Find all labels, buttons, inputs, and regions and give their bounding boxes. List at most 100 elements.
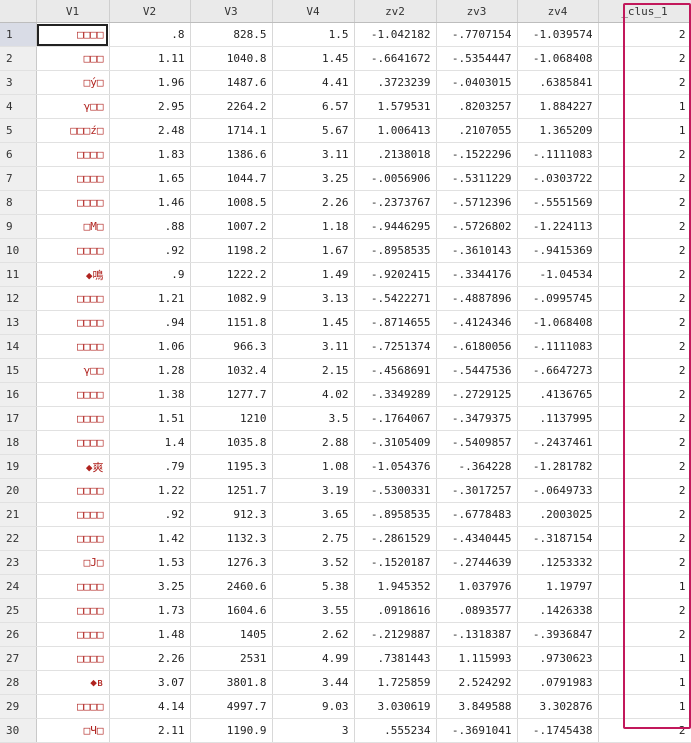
cell-zv4[interactable]: -1.281782 [517,454,599,479]
cell-zv4[interactable]: -.0995745 [517,286,599,311]
cell-clus-1[interactable]: 1 [598,118,691,143]
cell-zv2[interactable]: -.9202415 [354,262,437,287]
cell-v3[interactable]: 1714.1 [190,118,273,143]
cell-v2[interactable]: .88 [109,214,191,239]
cell-v4[interactable]: 2.88 [272,430,355,455]
cell-v3[interactable]: 1487.6 [190,70,273,95]
cell-v4[interactable]: 3.55 [272,598,355,623]
cell-zv4[interactable]: -.1111083 [517,334,599,359]
cell-v3[interactable]: 1198.2 [190,238,273,263]
cell-v1[interactable]: □□□□ [36,190,110,215]
cell-zv2[interactable]: .7381443 [354,646,437,671]
cell-clus-1[interactable]: 2 [598,142,691,167]
cell-v4[interactable]: 1.45 [272,310,355,335]
cell-v2[interactable]: 1.51 [109,406,191,431]
cell-v1[interactable]: □J□ [36,550,110,575]
row-number[interactable]: 9 [0,214,37,239]
cell-zv2[interactable]: -.2861529 [354,526,437,551]
cell-zv3[interactable]: -.5712396 [436,190,518,215]
cell-v3[interactable]: 1132.3 [190,526,273,551]
cell-zv2[interactable]: 1.725859 [354,670,437,695]
row-number[interactable]: 26 [0,622,37,647]
cell-v4[interactable]: 4.41 [272,70,355,95]
cell-clus-1[interactable]: 1 [598,694,691,719]
cell-v4[interactable]: 3.19 [272,478,355,503]
cell-v4[interactable]: 1.5 [272,22,355,47]
cell-v2[interactable]: 1.06 [109,334,191,359]
cell-v4[interactable]: 3.52 [272,550,355,575]
cell-v4[interactable]: 3.44 [272,670,355,695]
cell-zv3[interactable]: -.5311229 [436,166,518,191]
cell-zv2[interactable]: -.1520187 [354,550,437,575]
cell-zv4[interactable]: -.9415369 [517,238,599,263]
cell-zv3[interactable]: -.2744639 [436,550,518,575]
cell-v2[interactable]: 1.38 [109,382,191,407]
column-header-v4[interactable]: V4 [272,0,355,23]
cell-v1[interactable]: □□□□ [36,406,110,431]
cell-v3[interactable]: 1222.2 [190,262,273,287]
table-row[interactable]: 1 □□□□ .8 828.5 1.5 -1.042182 -.7707154 -1.0395… [0,22,691,47]
cell-v4[interactable]: 5.67 [272,118,355,143]
cell-v2[interactable]: 1.96 [109,70,191,95]
cell-zv3[interactable]: -.1318387 [436,622,518,647]
cell-zv4[interactable]: -1.04534 [517,262,599,287]
row-number[interactable]: 5 [0,118,37,143]
cell-v1[interactable]: □□□□ [36,478,110,503]
row-number[interactable]: 16 [0,382,37,407]
cell-clus-1[interactable]: 2 [598,46,691,71]
cell-zv4[interactable]: 3.302876 [517,694,599,719]
cell-zv2[interactable]: -.5300331 [354,478,437,503]
cell-zv3[interactable]: -.5726802 [436,214,518,239]
cell-zv4[interactable]: .4136765 [517,382,599,407]
row-number[interactable]: 18 [0,430,37,455]
cell-v1[interactable]: □M□ [36,214,110,239]
cell-v1[interactable]: □□□□ [36,598,110,623]
cell-v2[interactable]: .94 [109,310,191,335]
cell-v3[interactable]: 1251.7 [190,478,273,503]
cell-v3[interactable]: 2264.2 [190,94,273,119]
cell-v1[interactable]: □□□□ [36,334,110,359]
cell-zv3[interactable]: -.5409857 [436,430,518,455]
cell-v4[interactable]: 1.18 [272,214,355,239]
cell-v2[interactable]: 1.46 [109,190,191,215]
row-number[interactable]: 29 [0,694,37,719]
cell-v2[interactable]: 3.25 [109,574,191,599]
cell-v2[interactable]: 1.83 [109,142,191,167]
cell-clus-1[interactable]: 2 [598,598,691,623]
cell-v4[interactable]: 1.08 [272,454,355,479]
table-row[interactable]: 28 ◆ʙ 3.07 3801.8 3.44 1.725859 2.524292.07919… [0,670,691,695]
cell-zv2[interactable]: -.8958535 [354,502,437,527]
cell-v3[interactable]: 1044.7 [190,166,273,191]
cell-clus-1[interactable]: 2 [598,622,691,647]
cell-v2[interactable]: .79 [109,454,191,479]
cell-clus-1[interactable]: 2 [598,406,691,431]
cell-v3[interactable]: 1277.7 [190,382,273,407]
cell-v3[interactable]: 1151.8 [190,310,273,335]
cell-v1[interactable]: ◆ʙ [36,670,110,695]
row-number[interactable]: 12 [0,286,37,311]
row-number[interactable]: 8 [0,190,37,215]
cell-zv3[interactable]: -.3017257 [436,478,518,503]
cell-v1[interactable]: □□□□ [36,430,110,455]
cell-zv4[interactable]: .1137995 [517,406,599,431]
row-number[interactable]: 25 [0,598,37,623]
row-number[interactable]: 10 [0,238,37,263]
row-number[interactable]: 14 [0,334,37,359]
cell-clus-1[interactable]: 2 [598,238,691,263]
cell-zv2[interactable]: -.2373767 [354,190,437,215]
cell-zv2[interactable]: -.6641672 [354,46,437,71]
row-number[interactable]: 3 [0,70,37,95]
cell-v2[interactable]: 1.11 [109,46,191,71]
row-number[interactable]: 24 [0,574,37,599]
cell-v4[interactable]: 1.49 [272,262,355,287]
cell-v1[interactable]: □□□□ [36,526,110,551]
cell-v2[interactable]: 1.4 [109,430,191,455]
cell-zv4[interactable]: .0791983 [517,670,599,695]
cell-v3[interactable]: 1008.5 [190,190,273,215]
cell-zv2[interactable]: -.0056906 [354,166,437,191]
cell-v4[interactable]: 4.99 [272,646,355,671]
cell-clus-1[interactable]: 2 [598,430,691,455]
cell-zv4[interactable]: -1.224113 [517,214,599,239]
cell-v3[interactable]: 1386.6 [190,142,273,167]
cell-zv4[interactable]: -.5551569 [517,190,599,215]
